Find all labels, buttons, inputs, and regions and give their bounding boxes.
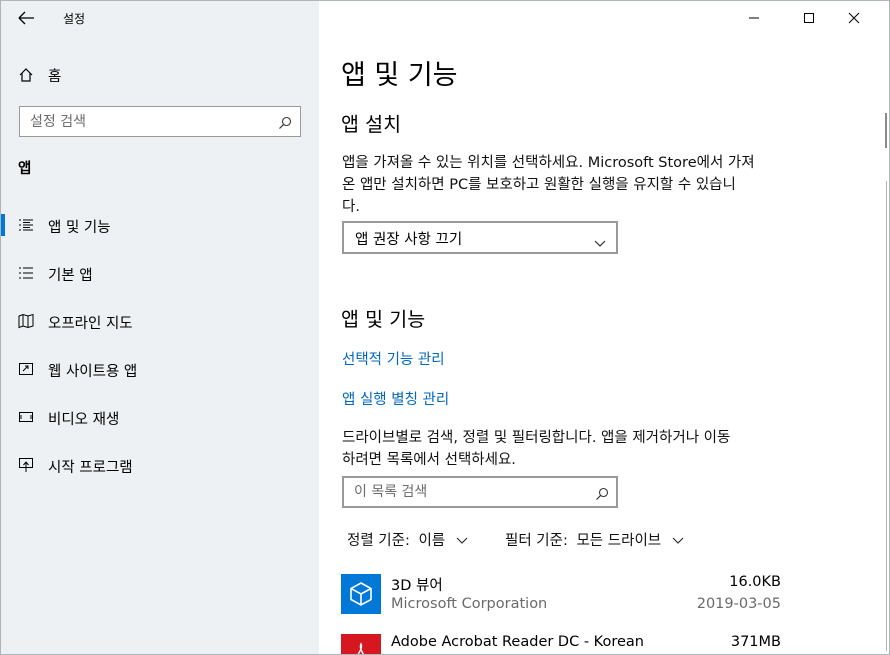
close-icon[interactable]	[844, 9, 864, 27]
sidebar-home[interactable]: 홈	[1, 61, 319, 89]
cube-icon	[341, 574, 381, 614]
install-desc-line: 앱을 가져올 수 있는 위치를 선택하세요. Microsoft Store에서…	[342, 155, 755, 171]
settings-search-input[interactable]	[20, 107, 300, 136]
app-aliases-link[interactable]: 앱 실행 별칭 관리	[342, 388, 449, 409]
app-list-search-input[interactable]	[344, 478, 616, 506]
filter-value: 모든 드라이브	[576, 533, 662, 549]
sort-label: 정렬 기준:	[347, 533, 410, 549]
sidebar-item-label: 웹 사이트용 앱	[48, 364, 138, 380]
app-name: 3D 뷰어	[391, 578, 443, 594]
app-list-item[interactable]: 3D 뷰어 Microsoft Corporation 16.0KB 2019-…	[341, 574, 781, 624]
filter-description: 드라이브별로 검색, 정렬 및 필터링합니다. 앱을 제거하거나 이동 하려면 …	[342, 427, 792, 471]
settings-search-box[interactable]	[19, 106, 301, 137]
main-content: 앱 및 기능 앱 설치 앱을 가져올 수 있는 위치를 선택하세요. Micro…	[319, 1, 889, 654]
filter-desc-line: 드라이브별로 검색, 정렬 및 필터링합니다. 앱을 제거하거나 이동	[342, 430, 731, 446]
sidebar-item-label: 비디오 재생	[48, 412, 120, 428]
window-title: 설정	[63, 12, 86, 26]
home-label: 홈	[48, 69, 62, 85]
sidebar-item-label: 오프라인 지도	[48, 316, 133, 332]
search-icon	[595, 486, 609, 505]
settings-window: 설정 홈 앱 앱 및 기능 기본	[0, 0, 890, 655]
chevron-down-icon	[672, 533, 684, 549]
list-icon	[18, 265, 34, 281]
open-in-window-icon	[18, 361, 34, 377]
section-title: 앱	[18, 161, 32, 177]
home-icon	[18, 67, 34, 83]
sidebar-item-label: 시작 프로그램	[48, 460, 133, 476]
optional-features-link[interactable]: 선택적 기능 관리	[342, 348, 445, 369]
app-publisher: Microsoft Corporation	[391, 596, 548, 612]
acrobat-icon	[341, 634, 381, 654]
back-arrow-icon[interactable]	[15, 8, 37, 28]
chevron-down-icon	[456, 533, 468, 549]
sidebar-item-startup[interactable]: 시작 프로그램	[1, 445, 319, 485]
apps-heading: 앱 및 기능	[341, 308, 426, 331]
selected-indicator	[1, 214, 5, 236]
sidebar: 설정 홈 앱 앱 및 기능 기본	[1, 1, 319, 654]
filter-desc-line: 하려면 목록에서 선택하세요.	[342, 452, 516, 468]
chevron-down-icon	[594, 233, 606, 252]
scrollbar-thumb[interactable]	[885, 113, 887, 148]
install-desc-line: 다.	[342, 199, 360, 215]
app-size: 371MB	[730, 634, 781, 650]
scrollbar[interactable]	[881, 101, 889, 654]
dropdown-value: 앱 권장 사항 끄기	[355, 232, 463, 248]
app-list-item[interactable]: Adobe Acrobat Reader DC - Korean 371MB	[341, 634, 781, 654]
install-desc-line: 온 앱만 설치하면 PC를 보호하고 원활한 실행을 유지할 수 있습니	[342, 177, 736, 193]
app-list-search-box[interactable]	[342, 476, 618, 508]
list-icon	[18, 217, 34, 233]
map-icon	[18, 313, 34, 329]
sort-value: 이름	[418, 533, 446, 549]
filter-label: 필터 기준:	[505, 533, 568, 549]
sidebar-item-apps-features[interactable]: 앱 및 기능	[1, 205, 319, 245]
sidebar-item-default-apps[interactable]: 기본 앱	[1, 253, 319, 293]
install-source-dropdown[interactable]: 앱 권장 사항 끄기	[342, 221, 618, 254]
sidebar-item-offline-maps[interactable]: 오프라인 지도	[1, 301, 319, 341]
sidebar-item-label: 기본 앱	[48, 268, 93, 284]
startup-icon	[18, 457, 34, 473]
sort-dropdown[interactable]: 정렬 기준: 이름	[347, 529, 468, 550]
app-date: 2019-03-05	[696, 596, 781, 612]
maximize-icon[interactable]	[799, 9, 819, 27]
video-icon	[18, 409, 34, 425]
sidebar-item-apps-for-websites[interactable]: 웹 사이트용 앱	[1, 349, 319, 389]
scrollbar-track	[886, 181, 887, 651]
filter-dropdown[interactable]: 필터 기준: 모든 드라이브	[505, 529, 684, 550]
app-size: 16.0KB	[729, 574, 781, 590]
sidebar-item-label: 앱 및 기능	[48, 220, 111, 236]
install-heading: 앱 설치	[341, 113, 402, 136]
page-title: 앱 및 기능	[341, 60, 458, 91]
app-name: Adobe Acrobat Reader DC - Korean	[391, 634, 644, 650]
sidebar-item-video-playback[interactable]: 비디오 재생	[1, 397, 319, 437]
install-description: 앱을 가져올 수 있는 위치를 선택하세요. Microsoft Store에서…	[342, 152, 792, 218]
search-icon	[278, 115, 292, 134]
minimize-icon[interactable]	[744, 9, 764, 27]
